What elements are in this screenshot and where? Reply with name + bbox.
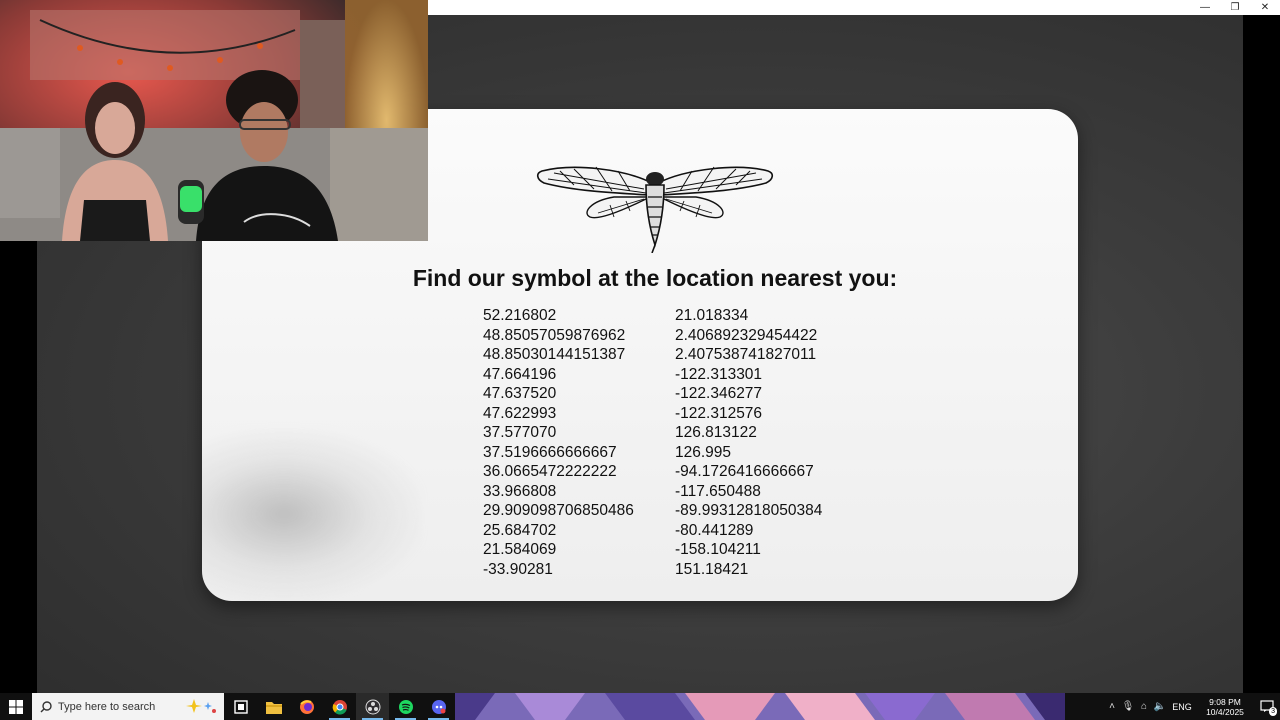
restore-button[interactable]: ❐ (1220, 0, 1250, 15)
windows-logo-icon (9, 699, 23, 714)
chrome-icon[interactable] (323, 693, 356, 720)
longitude-value: 21.018334 (675, 307, 749, 324)
microphone-icon[interactable]: 🎙 (1120, 701, 1136, 712)
firefox-icon[interactable] (290, 693, 323, 720)
search-placeholder: Type here to search (58, 700, 156, 713)
system-tray: ˄ 🎙 ⌂ 🔈 ENG 9:08 PM 10/4/2025 3 (1104, 693, 1280, 720)
search-highlight-icon (186, 699, 216, 713)
webcam-overlay (0, 0, 428, 241)
taskbar-search[interactable]: Type here to search (32, 693, 224, 720)
coordinate-row: 47.664196 -122.313301 (483, 365, 822, 385)
longitude-value: -89.99312818050384 (675, 502, 823, 519)
latitude-value: 25.684702 (483, 521, 557, 539)
clock[interactable]: 9:08 PM 10/4/2025 (1196, 697, 1254, 717)
minimize-button[interactable]: — (1190, 0, 1220, 15)
folder-icon (265, 701, 282, 714)
coordinate-row: 37.577070 126.813122 (483, 423, 822, 443)
latitude-value: 47.637520 (483, 385, 557, 402)
latitude-value: 48.85030144151387 (483, 346, 626, 363)
longitude-value: 126.995 (675, 443, 732, 461)
screen: — ❐ ✕ Find our symbol at the location ne… (0, 0, 1280, 720)
coordinate-row: 36.0665472222222 -94.1726416666667 (483, 462, 822, 482)
longitude-value: -117.650488 (675, 482, 761, 500)
coordinate-row: 29.909098706850486 -89.99312818050384 (483, 501, 822, 521)
longitude-value: -122.346277 (675, 385, 763, 402)
clock-time: 9:08 PM (1209, 696, 1241, 707)
coordinate-row: 52.216802 21.018334 (483, 306, 822, 326)
discord-logo-icon (431, 699, 446, 714)
latitude-value: 47.664196 (483, 365, 557, 383)
firefox-logo-icon (299, 699, 314, 714)
longitude-value: 126.813122 (675, 424, 757, 441)
longitude-value: -94.1726416666667 (675, 463, 814, 480)
chrome-logo-icon (332, 699, 347, 715)
longitude-value: -122.313301 (675, 365, 763, 383)
window-controls: — ❐ ✕ (1190, 0, 1280, 15)
network-icon[interactable]: ⌂ (1136, 701, 1152, 712)
latitude-value: 47.622993 (483, 404, 557, 422)
smudge-overlay (202, 429, 422, 599)
wallpaper-strip-image (455, 693, 1065, 720)
obs-logo-icon (365, 699, 380, 714)
discord-icon[interactable] (422, 693, 455, 720)
volume-icon[interactable]: 🔈 (1152, 701, 1168, 712)
task-view-glyph-icon (233, 699, 248, 714)
longitude-value: -122.312576 (675, 404, 763, 422)
latitude-value: -33.90281 (483, 560, 553, 578)
coordinate-row: 25.684702 -80.441289 (483, 521, 822, 541)
language-indicator[interactable]: ENG (1168, 702, 1196, 712)
webcam-feed-image (0, 0, 428, 241)
coordinate-row: 48.85030144151387 2.407538741827011 (483, 345, 822, 365)
windows-taskbar: Type here to search ˄ 🎙 ⌂ 🔈 ENG 9:08 PM … (0, 693, 1280, 720)
spotify-icon[interactable] (389, 693, 422, 720)
search-icon (40, 700, 52, 712)
latitude-value: 37.577070 (483, 424, 557, 441)
coordinates-table: 52.216802 21.018334 48.85057059876962 2.406… (483, 306, 822, 579)
coordinate-row: 47.622993 -122.312576 (483, 404, 822, 424)
longitude-value: -158.104211 (675, 541, 761, 558)
latitude-value: 37.5196666666667 (483, 443, 617, 461)
slide-headline: Find our symbol at the location nearest … (412, 265, 898, 291)
latitude-value: 21.584069 (483, 541, 557, 558)
coordinate-row: 21.584069 -158.104211 (483, 540, 822, 560)
latitude-value: 52.216802 (483, 307, 557, 324)
start-button[interactable] (0, 693, 32, 720)
coordinate-row: 48.85057059876962 2.406892329454422 (483, 326, 822, 346)
coordinate-row: 47.637520 -122.346277 (483, 384, 822, 404)
latitude-value: 33.966808 (483, 482, 557, 500)
spotify-logo-icon (398, 699, 413, 714)
coordinate-row: -33.90281 151.18421 (483, 560, 822, 580)
latitude-value: 48.85057059876962 (483, 326, 626, 344)
coordinate-row: 37.5196666666667 126.995 (483, 443, 822, 463)
latitude-value: 29.909098706850486 (483, 502, 634, 519)
file-explorer-icon[interactable] (257, 693, 290, 720)
chevron-up-icon[interactable]: ˄ (1104, 701, 1120, 712)
longitude-value: 2.407538741827011 (675, 346, 817, 363)
obs-icon[interactable] (356, 693, 389, 720)
clock-date: 10/4/2025 (1206, 706, 1244, 717)
longitude-value: -80.441289 (675, 521, 754, 539)
cicada-symbol-icon (536, 166, 774, 253)
longitude-value: 151.18421 (675, 560, 749, 578)
task-view-icon[interactable] (224, 693, 257, 720)
latitude-value: 36.0665472222222 (483, 463, 617, 480)
coordinate-row: 33.966808 -117.650488 (483, 482, 822, 502)
close-button[interactable]: ✕ (1250, 0, 1280, 15)
action-center-button[interactable]: 3 (1254, 693, 1280, 720)
longitude-value: 2.406892329454422 (675, 326, 818, 344)
notification-count-badge: 3 (1269, 707, 1277, 716)
